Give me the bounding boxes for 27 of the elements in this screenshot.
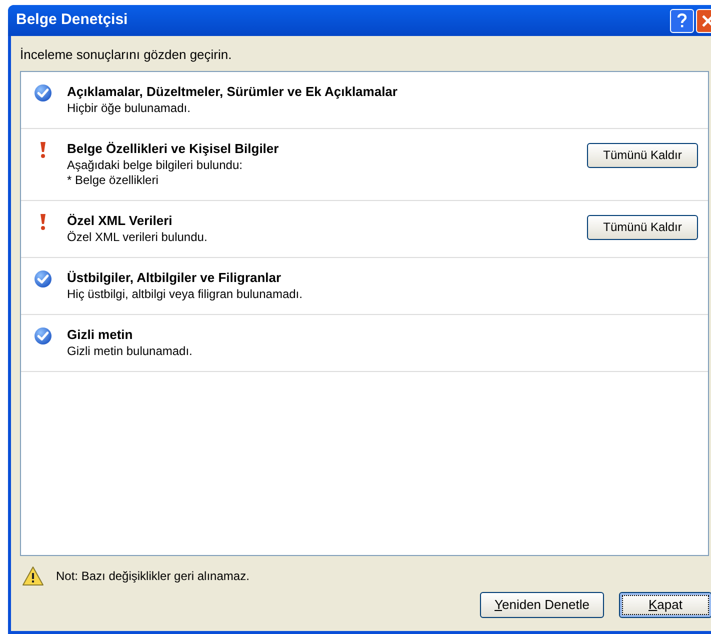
window-title: Belge Denetçisi: [16, 10, 129, 30]
instruction-text: İnceleme sonuçlarını gözden geçirin.: [20, 46, 233, 64]
remove-all-button[interactable]: Tümünü Kaldır: [587, 214, 698, 240]
result-detail: Özel XML verileri bulundu.: [67, 230, 208, 244]
check-icon: [34, 326, 52, 344]
result-title: Gizli metin: [67, 326, 134, 344]
result-title: Üstbilgiler, Altbilgiler ve Filigranlar: [67, 268, 282, 286]
check-icon: [34, 270, 52, 288]
help-button[interactable]: [670, 8, 694, 32]
help-icon: [677, 13, 687, 28]
warning-icon: [22, 566, 44, 586]
result-detail: Hiç üstbilgi, altbilgi veya filigran bulunamadı.: [67, 286, 304, 302]
exclamation-icon: [39, 212, 47, 230]
result-detail: * Belge özellikleri: [67, 172, 160, 188]
dialog-button[interactable]: Yeniden Denetle: [480, 592, 604, 618]
remove-all-button[interactable]: Tümünü Kaldır: [587, 142, 698, 168]
result-detail: Gizli metin bulunamadı.: [67, 344, 194, 358]
check-icon: [34, 84, 52, 102]
result-title: Açıklamalar, Düzeltmeler, Sürümler ve Ek Açıklamalar: [67, 82, 398, 100]
result-title: Belge Özellikleri ve Kişisel Bilgiler: [67, 140, 280, 158]
exclamation-icon: [39, 140, 47, 158]
note-text: Not: Bazı değişiklikler geri alınamaz.: [56, 568, 250, 584]
result-title: Özel XML Verileri: [67, 212, 174, 230]
close-icon: [702, 14, 711, 26]
result-detail: Aşağıdaki belge bilgileri bulundu:: [67, 158, 244, 172]
result-detail: Hiçbir öğe bulunamadı.: [67, 100, 192, 116]
dialog-button[interactable]: Kapat: [619, 592, 711, 618]
